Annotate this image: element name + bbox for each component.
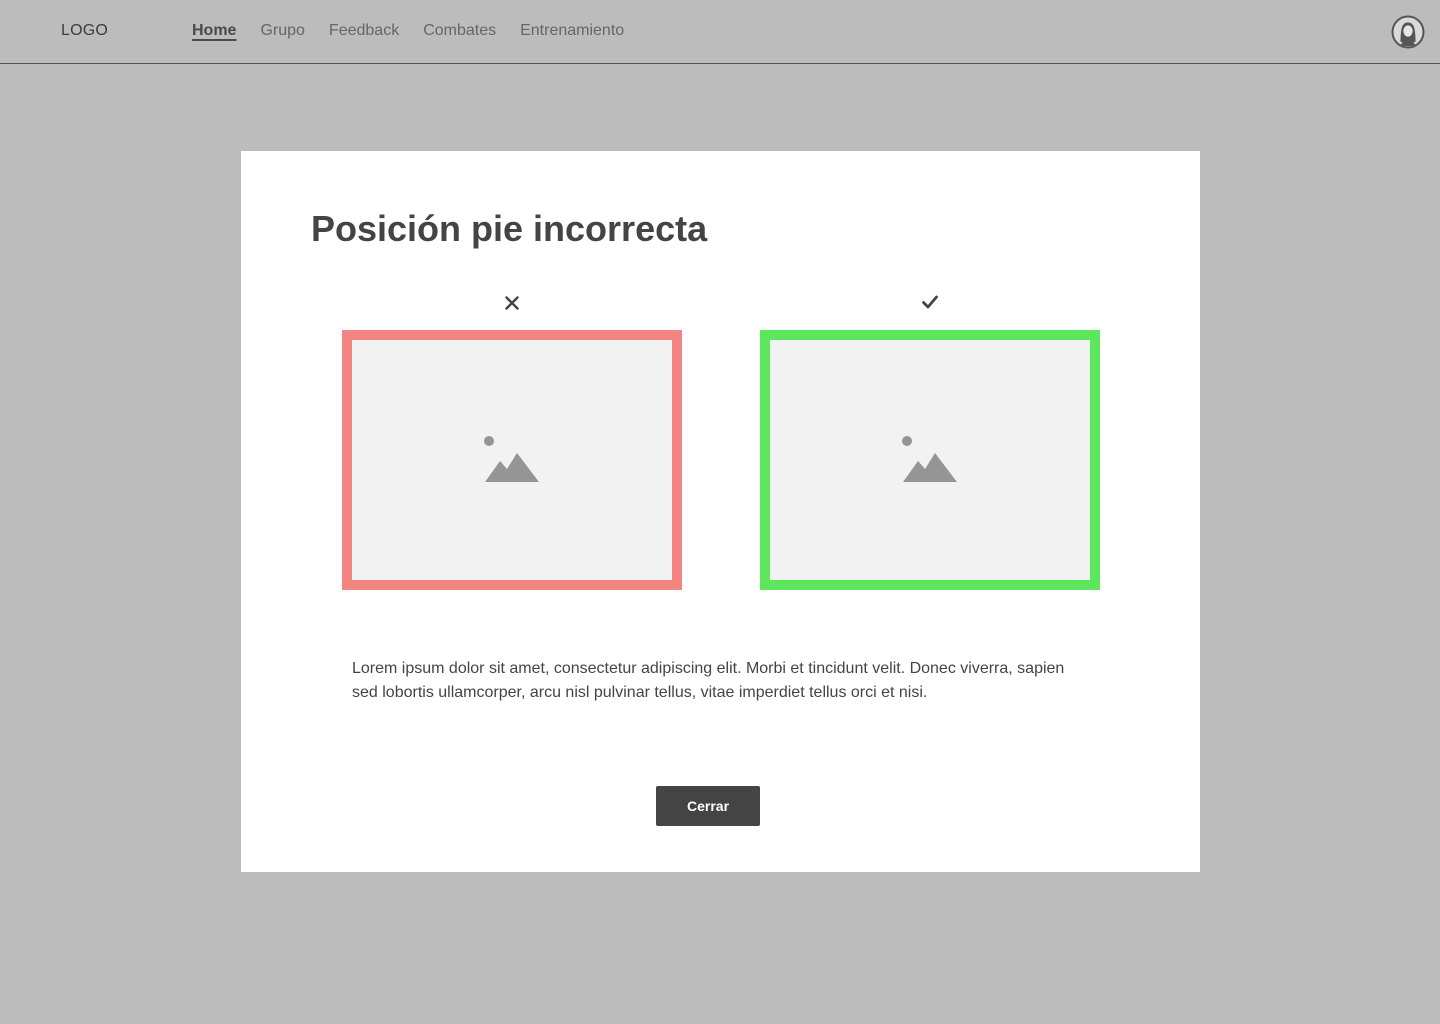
nav-item-entrenamiento[interactable]: Entrenamiento: [520, 22, 624, 40]
nav-item-combates[interactable]: Combates: [423, 22, 496, 40]
feedback-modal: Posición pie incorrecta Lorem ipsum dolo…: [241, 151, 1200, 872]
top-navigation-bar: LOGO Home Grupo Feedback Combates Entren…: [0, 0, 1440, 64]
nav-item-grupo[interactable]: Grupo: [260, 22, 304, 40]
cross-icon: [503, 294, 521, 312]
main-nav: Home Grupo Feedback Combates Entrenamien…: [192, 22, 624, 40]
close-button[interactable]: Cerrar: [656, 786, 760, 826]
user-avatar-icon[interactable]: [1391, 15, 1425, 49]
checkmark-icon: [921, 293, 939, 311]
description-text: Lorem ipsum dolor sit amet, consectetur …: [352, 660, 1065, 701]
modal-title: Posición pie incorrecta: [311, 208, 708, 249]
logo[interactable]: LOGO: [61, 22, 108, 40]
incorrect-example-image: [342, 330, 682, 590]
nav-item-home[interactable]: Home: [192, 22, 236, 40]
correct-example-image: [760, 330, 1100, 590]
nav-item-feedback[interactable]: Feedback: [329, 22, 399, 40]
image-placeholder-icon: [902, 436, 958, 484]
image-placeholder-icon: [484, 436, 540, 484]
